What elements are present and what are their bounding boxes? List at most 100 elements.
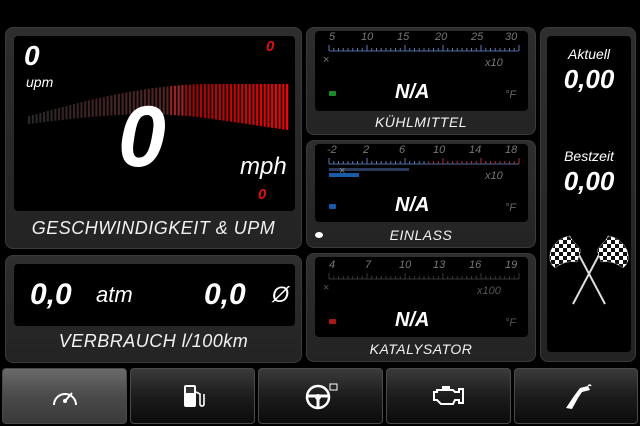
fuel-nozzle-icon (566, 384, 592, 409)
tab-engine[interactable] (386, 368, 511, 424)
rpm-bar (106, 96, 109, 116)
consumption-screen: 0,0 atm 0,0 Ø (14, 264, 295, 326)
intake-gauge-screen: -2 2 6 10 14 18 × x10 N/A °F (315, 144, 528, 222)
rpm-value: 0 (24, 40, 40, 71)
rpm-bar (222, 84, 225, 121)
rpm-bar (263, 84, 266, 127)
intake-indicator (329, 204, 336, 209)
rpm-bar (226, 84, 229, 122)
speedometer-icon (52, 392, 77, 406)
rpm-bar (31, 114, 34, 124)
speed-unit: mph (240, 153, 287, 180)
engine-icon (432, 386, 464, 405)
intake-gauge-panel: -2 2 6 10 14 18 × x10 N/A °F EINLASS (306, 140, 536, 248)
rpm-bar (211, 84, 214, 119)
rpm-bar (57, 107, 61, 121)
average-unit: Ø (272, 282, 290, 307)
svg-text:×: × (323, 282, 329, 294)
tab-nozzle[interactable] (514, 368, 638, 424)
pressure-value: 0,0 (30, 278, 72, 311)
coolant-multiplier: x10 (485, 57, 503, 69)
intake-caption: EINLASS (389, 227, 453, 243)
speed-rpm-caption: GESCHWINDIGKEIT & UPM (31, 218, 276, 238)
rpm-bar (256, 84, 259, 126)
rpm-bar (185, 84, 188, 116)
average-value: 0,0 (204, 278, 246, 311)
rpm-bar (274, 84, 277, 129)
rpm-bar (84, 101, 87, 118)
rpm-bar (278, 84, 281, 129)
rpm-bar (196, 84, 199, 118)
rpm-bar (218, 84, 221, 121)
coolant-gauge-screen: 5 10 15 20 25 30 × x10 N/A °F (315, 31, 528, 111)
rpm-bar (114, 94, 117, 116)
rpm-bar (282, 84, 285, 130)
intake-multiplier: x10 (485, 170, 503, 182)
lap-time-screen: Aktuell 0,00 Bestzeit 0,00 (547, 36, 631, 352)
coolant-caption: KÜHLMITTEL (374, 114, 468, 130)
rpm-bar (188, 84, 191, 117)
rpm-bar (72, 104, 76, 119)
rpm-bar (237, 84, 240, 123)
speed-rpm-panel: 0 upm 0 0 mph 0 GESCHWINDIGKEIT & UPM (5, 27, 302, 249)
rpm-bar (69, 105, 72, 120)
rpm-bar (54, 108, 57, 121)
best-label: Bestzeit (564, 148, 614, 164)
coolant-value: N/A (395, 81, 430, 103)
rpm-bar (166, 86, 169, 115)
intake-value: N/A (395, 194, 430, 216)
best-value: 0,00 (563, 166, 615, 196)
rpm-bar (200, 84, 203, 118)
catalyst-multiplier: x100 (477, 285, 501, 297)
rpm-bar (207, 84, 210, 119)
rpm-bar (203, 84, 206, 118)
rpm-bar (80, 102, 83, 118)
rpm-bar (61, 106, 64, 120)
pressure-unit: atm (96, 282, 133, 307)
rpm-bar (233, 84, 236, 123)
tab-fuel[interactable] (130, 368, 255, 424)
rpm-bar (28, 116, 31, 124)
rpm-bar (39, 112, 42, 123)
current-value: 0,00 (563, 64, 615, 94)
rpm-bar (35, 113, 38, 124)
rpm-bar (248, 84, 251, 125)
tab-speedometer[interactable] (2, 368, 127, 424)
rpm-unit: upm (26, 74, 54, 90)
rpm-bar (286, 84, 289, 130)
rpm-bar (99, 97, 102, 117)
rpm-bar (267, 84, 270, 128)
catalyst-caption: KATALYSATOR (369, 341, 473, 357)
intake-unit: °F (505, 202, 517, 214)
catalyst-gauge-panel: 4 7 10 13 16 19 × x100 N/A °F KATALYSATO… (306, 253, 536, 362)
svg-text:×: × (339, 165, 345, 177)
rpm-bar (87, 100, 91, 118)
rpm-bar (65, 105, 68, 120)
rpm-bar (170, 86, 173, 115)
rpm-bar (259, 84, 263, 127)
rpm-bar (214, 84, 218, 120)
speed-rpm-screen: 0 upm 0 0 mph 0 (14, 36, 295, 211)
rpm-bar (271, 84, 274, 128)
catalyst-gauge-screen: 4 7 10 13 16 19 × x100 N/A °F (315, 257, 528, 337)
rpm-bar (241, 84, 244, 124)
coolant-unit: °F (505, 89, 517, 101)
rpm-bar (50, 109, 53, 122)
tab-steering[interactable] (258, 368, 383, 424)
rpm-bar (173, 85, 177, 116)
rpm-bar (95, 98, 98, 117)
coolant-indicator (329, 91, 336, 96)
rpm-red-value: 0 (266, 38, 275, 55)
consumption-caption: VERBRAUCH l/100km (58, 331, 249, 351)
catalyst-unit: °F (505, 317, 517, 329)
rpm-bar (192, 84, 195, 117)
rpm-bar (177, 85, 180, 116)
lap-time-panel: Aktuell 0,00 Bestzeit 0,00 (540, 27, 636, 362)
speed-value: 0 (118, 89, 166, 185)
svg-text:×: × (323, 54, 329, 66)
speed-red-value: 0 (258, 186, 267, 203)
rpm-bar (229, 84, 233, 122)
rpm-bar (76, 103, 79, 119)
rpm-bar (252, 84, 255, 126)
rpm-bar (91, 99, 94, 117)
